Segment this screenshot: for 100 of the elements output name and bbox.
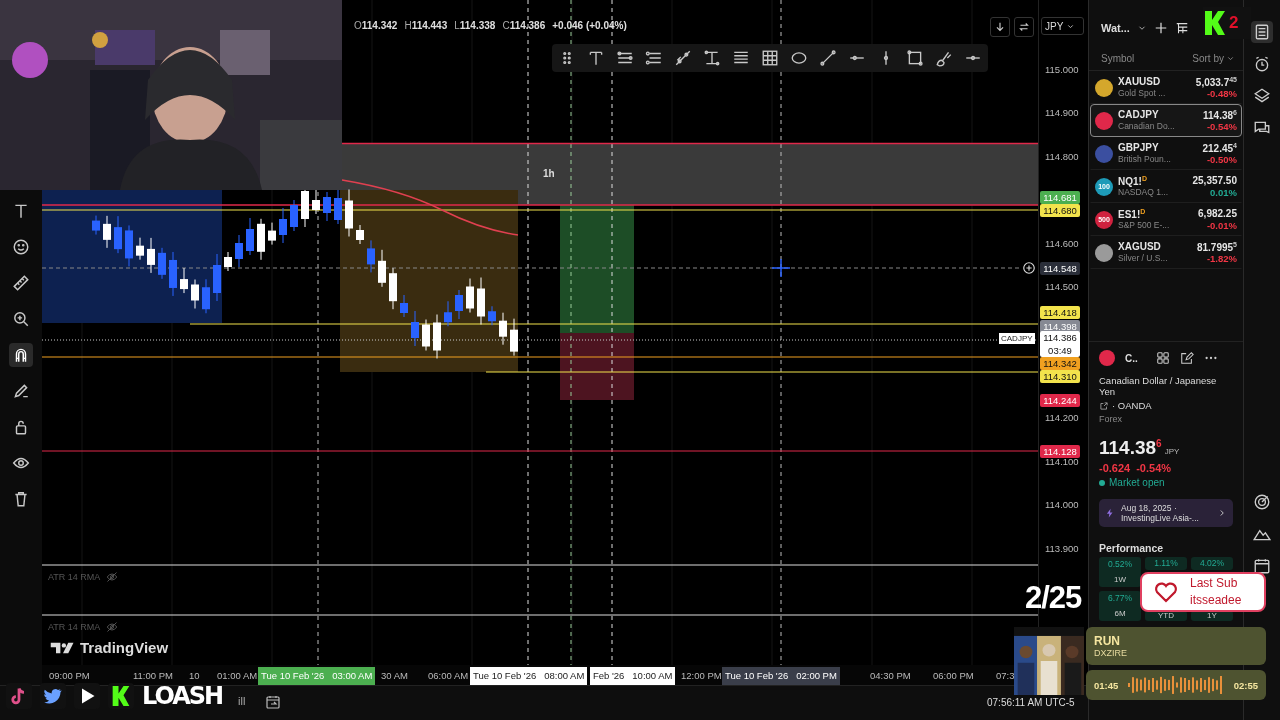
candle [400,294,408,318]
pattern-icon[interactable] [674,49,692,67]
subscriber-name: itsseadee [1190,592,1242,609]
ohlc-value: L114.338 [454,20,496,31]
time-label: 06:00 PM [932,669,975,683]
symbol-description: NASDAQ 1... [1118,187,1169,199]
ellipse-icon[interactable] [790,49,808,67]
list-icon[interactable] [1251,21,1273,43]
symbol-name: C.. [1125,352,1138,364]
price-change: -0.624 [1099,462,1131,474]
download-icon[interactable] [990,17,1010,37]
time-label: Tue 10 Feb '26 02:00 PM [722,667,840,685]
symbol-name: XAGUSD [1118,240,1161,254]
candle [345,189,353,237]
candle [444,300,452,327]
symbol-description: S&P 500 E-... [1118,220,1170,232]
candle [323,191,331,222]
candle [433,314,441,359]
candle [488,305,496,326]
last-price: 25,357.50 [1192,174,1237,188]
time-label: 04:30 PM [869,669,912,683]
last-price: 5,033.7$^{45}$ [1195,75,1237,89]
text-cursor-icon[interactable] [703,49,721,67]
brush-icon[interactable] [935,49,953,67]
eye-off-icon[interactable] [106,621,119,633]
song-title: RUN [1094,634,1121,648]
badge-count: 2 [1229,13,1239,33]
news-headline: InvestingLive Asia-... [1121,513,1200,523]
time-label: Feb '26 10:00 AM [590,667,676,685]
section-title: Performance [1099,542,1165,554]
symbol-description: British Poun... [1118,154,1171,166]
rectangle-icon[interactable] [906,49,924,67]
exchange-name: · OANDA [1112,400,1152,411]
time-label: 30 AM [380,669,409,683]
plus-icon[interactable] [1153,21,1168,35]
indicator-label: ATR 14 RMA [48,572,101,582]
table-icon[interactable] [1174,21,1189,35]
eye-off-icon[interactable] [106,571,119,583]
market-status: Market open [1109,477,1165,488]
change-percent: 0.01% [1210,187,1237,199]
candle [290,199,298,232]
candle [510,318,518,357]
candle [136,237,144,261]
change-percent: -0.48% [1206,88,1237,100]
text-icon[interactable] [587,49,605,67]
magnet-icon[interactable] [9,343,33,367]
last-price: 81.7995$^{5}$ [1196,240,1237,254]
chevron-down-icon[interactable] [1226,54,1235,63]
grid-icon[interactable] [1155,351,1170,365]
elapsed-time: 01:45 [1094,679,1119,691]
price-tag: 114.244 [1040,393,1080,407]
grid-icon[interactable] [761,49,779,67]
performance-tile[interactable]: 1.11% [1145,557,1187,570]
last-price: 114.38$^{6}$ [1203,108,1237,122]
symbol-description: Canadian Do... [1118,121,1175,133]
plus-circle-icon[interactable] [1022,261,1036,275]
logo-icon [50,640,76,655]
time-label: 06:00 AM [427,669,470,683]
watchlist-row[interactable]: XAGUSD 81.7995$^{5}$ Silver / U.S... -1.82% [1090,236,1242,269]
candle [367,239,375,273]
calendar-icon[interactable] [265,694,281,710]
time-label: 09:00 PM [48,669,91,683]
change-percent: -0.54% [1136,462,1172,474]
candle [477,277,485,325]
price-tick: 114.000 [1045,499,1079,510]
performance-tile[interactable]: 4.02% [1191,557,1233,570]
lines-icon[interactable] [645,49,663,67]
price-tick: 114.900 [1045,107,1079,118]
sort-dropdown[interactable]: Sort by [1192,53,1235,64]
symbol-description: Silver / U.S... [1118,253,1168,265]
total-time: 02:55 [1233,679,1258,691]
last-price: 6,982.25 [1198,207,1237,221]
performance-tile[interactable]: 6.77% 6M [1099,591,1141,621]
symbol-name: ES1!$^{D}$ [1118,207,1146,221]
goal-counter: 2/25 [1025,580,1082,616]
logo-icon [1205,11,1225,35]
watchlist-row[interactable]: GBPJPY 212.45$^{4}$ British Poun... -0.50% [1090,137,1242,170]
candle [92,215,100,236]
candle [114,215,122,254]
candle [466,278,474,313]
price-tick: 115.000 [1045,64,1079,75]
watchlist-title[interactable]: Wat... [1101,22,1130,34]
candle [246,217,254,256]
external-link-icon[interactable] [1099,400,1109,411]
price-tick: 114.100 [1045,456,1079,467]
indicator-label: ATR 14 RMA [48,622,101,632]
ohlc-value: C114.386 [502,20,546,31]
heart-icon [1154,581,1178,603]
line-icon[interactable] [819,49,837,67]
refresh-icon[interactable] [1014,17,1034,37]
news-card[interactable]: Aug 18, 2025 · InvestingLive Asia-... [1099,499,1233,527]
time-label: Tue 10 Feb '26 08:00 AM [470,667,588,685]
candle [147,237,155,274]
watchlist-row[interactable]: CADJPY 114.38$^{6}$ Canadian Do... -0.54% [1090,104,1242,137]
edit-icon[interactable] [1179,351,1194,365]
candle [312,188,320,215]
currency-dropdown[interactable]: JPY [1041,17,1084,35]
candle [378,249,386,288]
column-header[interactable]: Symbol [1101,53,1135,64]
performance-tile[interactable]: 0.52% 1W [1099,557,1141,587]
